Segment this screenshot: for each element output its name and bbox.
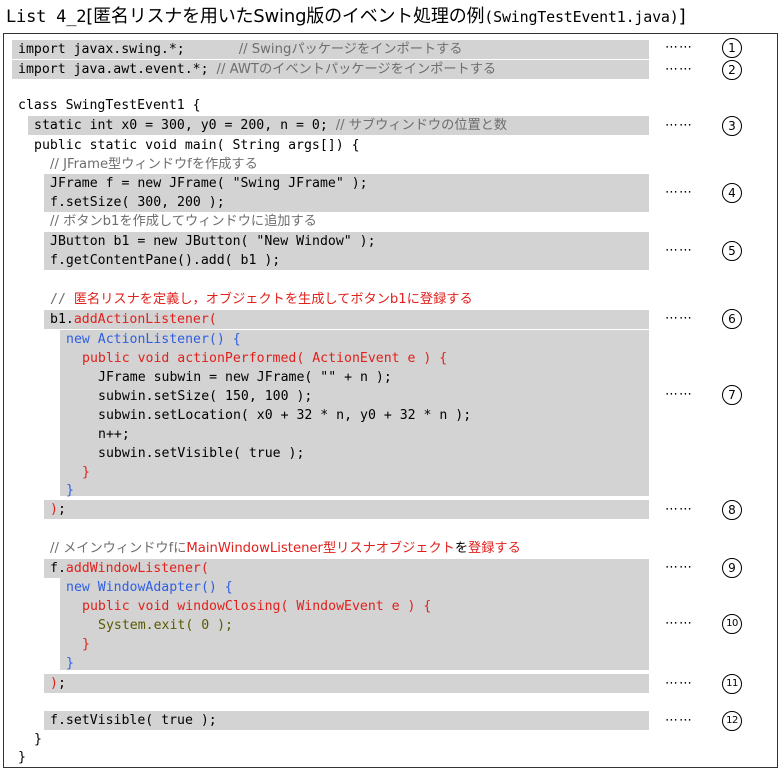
code-line-21: } <box>82 465 90 480</box>
code-line-16: JFrame subwin = new JFrame( "" + n ); <box>98 370 392 385</box>
marker-6-icon: 6 <box>722 309 742 329</box>
code-line-22: } <box>66 483 74 498</box>
comment-slash: // <box>50 292 74 307</box>
code-line-19: n++; <box>98 427 130 442</box>
comment-import-awt: // AWTのイベントパッケージをインポートする <box>216 62 497 77</box>
dots-4: ⋯⋯ <box>665 185 693 200</box>
code-line-4: static int x0 = 300, y0 = 200, n = 0; //… <box>34 116 507 135</box>
comment-anonymous-listener: 匿名リスナを定義し，オブジェクトを生成してボタンb1に登録する <box>73 292 473 307</box>
listing-caption: 匿名リスナを用いたSwing版のイベント処理の例 <box>93 6 485 27</box>
comment-particle: を <box>454 541 469 556</box>
marker-10-icon: 10 <box>722 614 742 634</box>
dots-6: ⋯⋯ <box>665 311 693 326</box>
close-paren-action: ) <box>50 502 58 517</box>
code-line-32: f.setVisible( true ); <box>50 713 217 728</box>
code-line-26: new WindowAdapter() { <box>66 580 233 595</box>
close-paren-window: ) <box>50 676 58 691</box>
code-line-24: // メインウィンドウfにMainWindowListener型リスナオブジェク… <box>50 539 521 558</box>
code-line-1: import javax.swing.*; // Swingパッケージをインポー… <box>18 40 463 59</box>
dots-11: ⋯⋯ <box>665 676 693 691</box>
code-line-2: import java.awt.event.*; // AWTのイベントパッケー… <box>18 60 496 79</box>
marker-5-icon: 5 <box>722 241 742 261</box>
marker-4-icon: 4 <box>722 183 742 203</box>
code-line-15: public void actionPerformed( ActionEvent… <box>82 351 448 366</box>
code-line-10: JButton b1 = new JButton( "New Window" )… <box>50 234 376 249</box>
code-line-8: f.setSize( 300, 200 ); <box>50 195 225 210</box>
code-line-11: f.getContentPane().add( b1 ); <box>50 253 281 268</box>
marker-9-icon: 9 <box>722 558 742 578</box>
code-line-28: System.exit( 0 ); <box>98 618 233 633</box>
listing-number: List 4_2 <box>6 7 87 27</box>
marker-8-icon: 8 <box>722 500 742 520</box>
dots-2: ⋯⋯ <box>665 62 693 77</box>
code-line-25: f.addWindowListener( <box>50 559 209 578</box>
code-line-33: } <box>34 732 42 747</box>
code-line-34: } <box>18 750 26 765</box>
static-fields: static int x0 = 300, y0 = 200, n = 0; <box>34 118 328 133</box>
add-action-listener: addActionListener( <box>73 312 217 327</box>
dots-12: ⋯⋯ <box>665 713 693 728</box>
code-line-23: ); <box>50 500 66 519</box>
code-line-9: // ボタンb1を作成してウィンドウに追加する <box>50 214 317 229</box>
add-window-listener: addWindowListener( <box>65 561 209 576</box>
highlight-block-8 <box>44 500 649 519</box>
code-line-17: subwin.setSize( 150, 100 ); <box>98 389 313 404</box>
highlight-block-11 <box>44 674 649 693</box>
comment-import-swing: // Swingパッケージをインポートする <box>238 42 463 57</box>
f-ref: f. <box>50 561 66 576</box>
code-line-18: subwin.setLocation( x0 + 32 * n, y0 + 32… <box>98 408 472 423</box>
code-line-13: b1.addActionListener( <box>50 310 217 329</box>
listing-filename: (SwingTestEvent1.java) <box>484 8 679 26</box>
comment-register: 登録する <box>468 541 521 556</box>
dots-5: ⋯⋯ <box>665 243 693 258</box>
code-line-12: // 匿名リスナを定義し，オブジェクトを生成してボタンb1に登録する <box>50 290 473 309</box>
b1-ref: b1. <box>50 312 74 327</box>
code-line-6: // JFrame型ウィンドウfを作成する <box>50 157 258 172</box>
code-line-31: ); <box>50 674 66 693</box>
code-line-30: } <box>66 656 74 671</box>
marker-12-icon: 12 <box>722 711 742 731</box>
code-line-20: subwin.setVisible( true ); <box>98 446 305 461</box>
import-awt-event: import java.awt.event.*; <box>18 62 209 77</box>
code-line-5: public static void main( String args[]) … <box>34 138 360 153</box>
code-line-3: class SwingTestEvent1 { <box>18 98 201 113</box>
code-line-29: } <box>82 637 90 652</box>
title-bracket-close: ] <box>678 6 686 27</box>
marker-2-icon: 2 <box>722 60 742 80</box>
comment-static-fields: // サブウィンドウの位置と数 <box>335 118 508 133</box>
import-swing: import javax.swing.*; <box>18 42 185 57</box>
semicolon-action: ; <box>57 502 66 517</box>
marker-7-icon: 7 <box>722 385 742 405</box>
listing-title: List 4_2[匿名リスナを用いたSwing版のイベント処理の例(SwingT… <box>6 3 686 31</box>
dots-3: ⋯⋯ <box>665 118 693 133</box>
dots-10: ⋯⋯ <box>665 616 693 631</box>
marker-11-icon: 11 <box>722 674 742 694</box>
code-line-14: new ActionListener() { <box>66 332 241 347</box>
code-line-27: public void windowClosing( WindowEvent e… <box>82 599 432 614</box>
marker-3-icon: 3 <box>722 116 742 136</box>
dots-9: ⋯⋯ <box>665 560 693 575</box>
code-line-7: JFrame f = new JFrame( "Swing JFrame" ); <box>50 176 368 191</box>
semicolon-window: ; <box>57 676 66 691</box>
marker-1-icon: 1 <box>722 38 742 58</box>
comment-listener-type: MainWindowListener型リスナオブジェクト <box>186 541 455 556</box>
dots-8: ⋯⋯ <box>665 502 693 517</box>
dots-1: ⋯⋯ <box>665 40 693 55</box>
comment-main-window: // メインウィンドウfに <box>50 541 187 556</box>
dots-7: ⋯⋯ <box>665 387 693 402</box>
